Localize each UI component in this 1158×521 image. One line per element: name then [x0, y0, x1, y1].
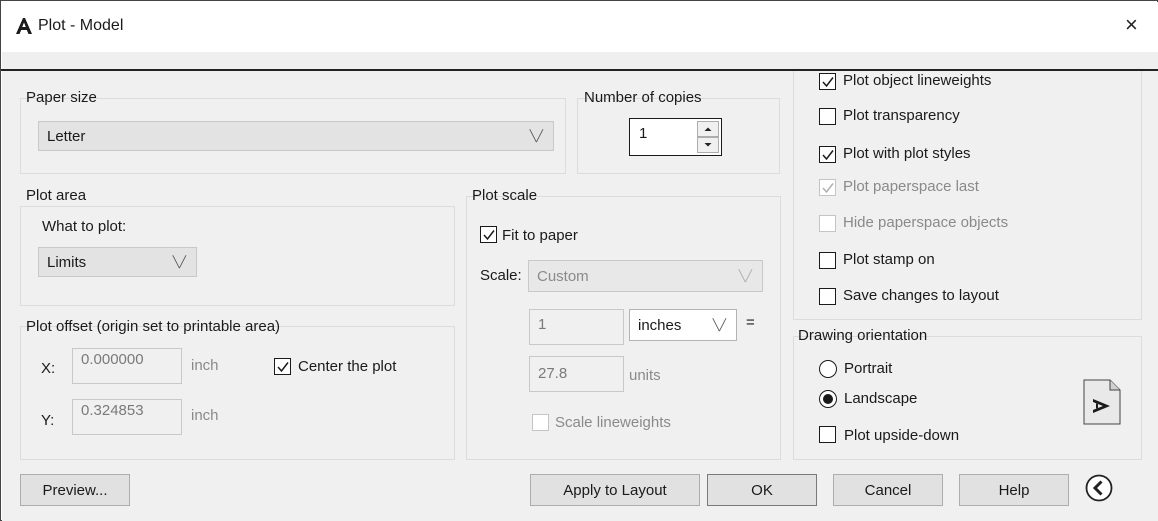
plot-offset-label: Plot offset (origin set to printable are… [26, 318, 281, 335]
portrait-label[interactable]: Portrait [844, 360, 892, 377]
plot-with-plot-styles-label[interactable]: Plot with plot styles [843, 145, 971, 162]
window-title: Plot - Model [38, 17, 124, 34]
scale-units-label: units [629, 367, 661, 384]
ok-button-label: OK [751, 481, 773, 499]
plot-area-label: Plot area [26, 187, 87, 204]
plot-transparency-label[interactable]: Plot transparency [843, 107, 960, 124]
center-plot-checkbox[interactable] [274, 358, 291, 375]
ok-button[interactable]: OK [707, 474, 817, 506]
scale-unit-dropdown[interactable]: inches ╲╱ [629, 309, 737, 341]
apply-button-label: Apply to Layout [563, 481, 667, 499]
plot-paperspace-last-checkbox[interactable] [819, 179, 836, 196]
orientation-label: Drawing orientation [798, 327, 928, 344]
chevron-down-icon: ╲╱ [172, 256, 186, 269]
plot-object-lineweights-label[interactable]: Plot object lineweights [843, 72, 991, 89]
plot-with-plot-styles-checkbox[interactable] [819, 146, 836, 163]
plot-transparency-checkbox[interactable] [819, 108, 836, 125]
upside-down-checkbox[interactable] [819, 426, 836, 443]
portrait-radio[interactable] [819, 360, 837, 378]
offset-x-unit: inch [191, 357, 219, 374]
scale-value2-field[interactable]: 27.8 [529, 356, 624, 392]
help-button[interactable]: Help [959, 474, 1069, 506]
preview-button[interactable]: Preview... [20, 474, 130, 506]
checkmark-icon [822, 150, 834, 161]
chevron-down-icon: ╲╱ [738, 270, 752, 283]
paper-size-dropdown[interactable]: Letter ╲╱ [38, 121, 554, 151]
preview-button-label: Preview... [42, 481, 108, 499]
scale-label: Scale: [480, 267, 522, 284]
title-bar[interactable]: Plot - Model × [2, 2, 1158, 52]
checkmark-icon [277, 362, 289, 373]
plot-offset-group [20, 326, 455, 460]
landscape-radio[interactable] [819, 390, 837, 408]
what-to-plot-dropdown[interactable]: Limits ╲╱ [38, 247, 197, 277]
scale-dropdown[interactable]: Custom ╲╱ [528, 260, 763, 292]
paper-size-label: Paper size [26, 89, 97, 106]
what-to-plot-label: What to plot: [42, 218, 127, 235]
checkmark-icon [822, 77, 834, 88]
checkmark-icon [822, 183, 834, 194]
collapse-options-button[interactable] [1084, 473, 1114, 503]
hide-paperspace-objects-label[interactable]: Hide paperspace objects [843, 214, 1008, 231]
apply-to-layout-button[interactable]: Apply to Layout [530, 474, 700, 506]
chevron-down-icon: ╲╱ [529, 130, 543, 143]
help-button-label: Help [998, 481, 1030, 499]
fit-to-paper-checkbox[interactable] [480, 226, 497, 243]
scale-unit-value: inches [638, 316, 682, 334]
orientation-preview-icon [1083, 379, 1121, 429]
upside-down-label[interactable]: Plot upside-down [844, 427, 959, 444]
paper-size-value: Letter [47, 127, 86, 145]
landscape-label[interactable]: Landscape [844, 390, 917, 407]
copies-input[interactable]: 1 [639, 125, 647, 142]
plot-stamp-on-checkbox[interactable] [819, 252, 836, 269]
plot-object-lineweights-checkbox[interactable] [819, 73, 836, 90]
plot-stamp-on-label[interactable]: Plot stamp on [843, 251, 935, 268]
scale-value1-field[interactable]: 1 [529, 309, 624, 345]
offset-y-unit: inch [191, 407, 219, 424]
copies-label: Number of copies [584, 89, 702, 106]
plot-paperspace-last-label[interactable]: Plot paperspace last [843, 178, 979, 195]
scale-lineweights-label[interactable]: Scale lineweights [555, 414, 671, 431]
cancel-button[interactable]: Cancel [833, 474, 943, 506]
offset-y-field[interactable]: 0.324853 [72, 399, 182, 435]
cancel-button-label: Cancel [864, 481, 912, 499]
spin-down-button[interactable] [697, 137, 719, 153]
plot-dialog: Plot - Model × Paper size Letter ╲╱ Numb… [0, 0, 1158, 521]
what-to-plot-value: Limits [47, 253, 87, 271]
close-icon[interactable]: × [1125, 12, 1138, 38]
scale-value: Custom [537, 267, 589, 285]
chevron-down-icon: ╲╱ [712, 319, 726, 332]
save-changes-to-layout-checkbox[interactable] [819, 288, 836, 305]
chevron-left-circle-icon [1085, 474, 1113, 502]
copies-spinner[interactable]: 1 [629, 118, 722, 156]
center-plot-label[interactable]: Center the plot [298, 358, 396, 375]
hide-paperspace-objects-checkbox[interactable] [819, 215, 836, 232]
spin-up-button[interactable] [697, 121, 719, 137]
offset-x-field[interactable]: 0.000000 [72, 348, 182, 384]
autocad-logo-icon [15, 17, 33, 39]
offset-y-label: Y: [41, 412, 55, 429]
radio-selected-dot [823, 394, 833, 404]
title-spacer [2, 52, 1158, 69]
offset-x-label: X: [41, 360, 56, 377]
plot-scale-label: Plot scale [472, 187, 538, 204]
checkmark-icon [483, 230, 495, 241]
save-changes-to-layout-label[interactable]: Save changes to layout [843, 287, 999, 304]
fit-to-paper-label[interactable]: Fit to paper [502, 227, 578, 244]
equals-sign: = [746, 314, 755, 331]
scale-lineweights-checkbox[interactable] [532, 414, 549, 431]
